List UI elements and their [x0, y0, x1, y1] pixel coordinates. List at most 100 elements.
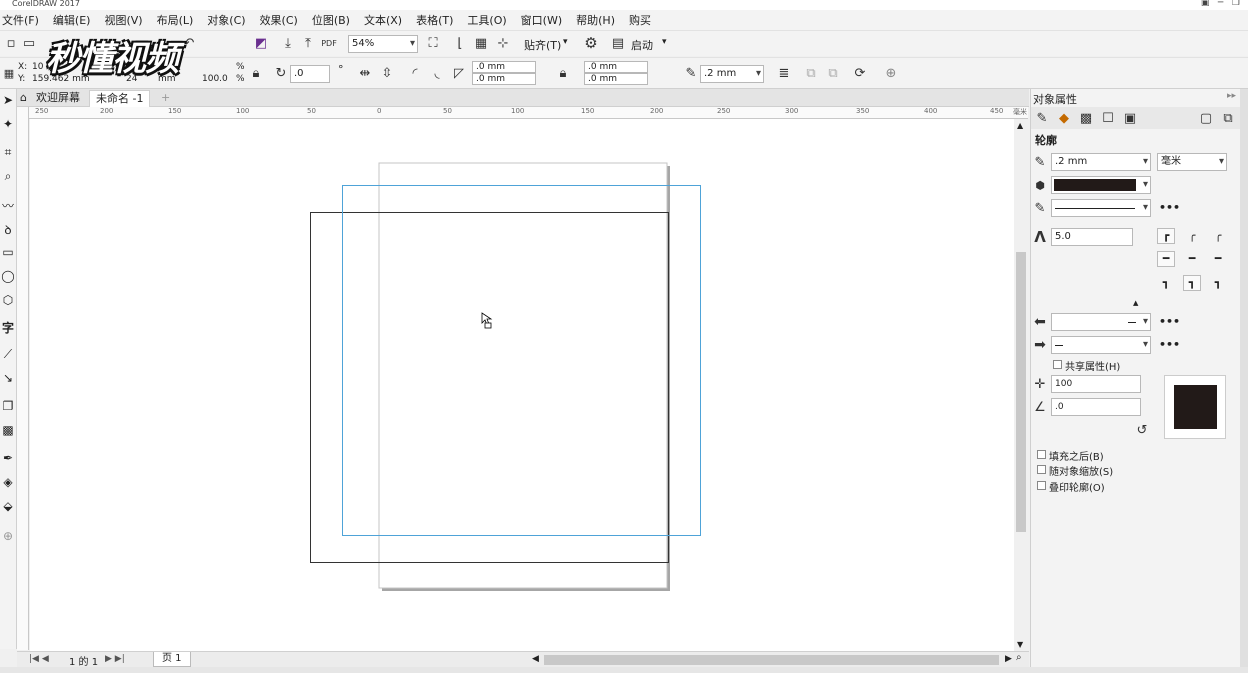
parallel-dimension-icon[interactable]: ⟋: [0, 347, 16, 365]
add-tool-icon[interactable]: ⊕: [0, 529, 16, 547]
to-back-icon[interactable]: ⧉: [824, 64, 842, 82]
drawing-canvas[interactable]: [30, 119, 1014, 651]
mirror-horizontal-icon[interactable]: ⇹: [356, 64, 374, 82]
center-position-button[interactable]: ┓: [1183, 275, 1201, 291]
export-icon[interactable]: ⤒: [299, 34, 317, 52]
show-rulers-icon[interactable]: ⌊: [451, 34, 469, 52]
snap-to-dropdown[interactable]: 贴齐(T): [524, 37, 561, 53]
corner-radius-top-left[interactable]: .0 mm: [472, 61, 536, 73]
eyedropper-icon[interactable]: ✒: [0, 451, 16, 469]
page-next-last-icons[interactable]: ▶ ▶|: [105, 654, 125, 664]
menu-layout[interactable]: 布局(L): [157, 12, 194, 28]
open-icon[interactable]: ▭: [20, 34, 38, 52]
full-screen-icon[interactable]: ⛶: [424, 34, 442, 52]
overprint-outline-checkbox[interactable]: [1037, 481, 1046, 490]
rotation-field[interactable]: .0: [290, 65, 330, 83]
options-gear-icon[interactable]: ⚙: [582, 34, 600, 52]
scrollbar-thumb[interactable]: [1016, 252, 1026, 532]
end-arrowhead-dropdown[interactable]: [1051, 336, 1151, 354]
menu-object[interactable]: 对象(C): [207, 12, 245, 28]
shape-tool-icon[interactable]: ✦: [0, 117, 16, 135]
menu-tools[interactable]: 工具(O): [467, 12, 506, 28]
corners-tab-icon[interactable]: ☐: [1099, 109, 1117, 127]
rotate-icon[interactable]: ↻: [272, 64, 290, 82]
miter-join-button[interactable]: ┏: [1157, 228, 1175, 244]
line-style-dropdown[interactable]: [1051, 199, 1151, 217]
zoom-level-dropdown[interactable]: 54%: [348, 35, 418, 53]
text-wrap-icon[interactable]: ≣: [775, 64, 793, 82]
outline-unit-dropdown[interactable]: 毫米: [1157, 153, 1227, 171]
nib-preview[interactable]: [1164, 375, 1226, 439]
publish-pdf-icon[interactable]: PDF: [320, 34, 338, 52]
expand-up-icon[interactable]: ▲: [1133, 299, 1138, 307]
vertical-scrollbar[interactable]: ▲ ▼: [1014, 119, 1028, 651]
menu-file[interactable]: 文件(F): [2, 12, 39, 28]
lock-ratio-icon[interactable]: 🔒︎: [247, 64, 265, 82]
lock-corners-icon[interactable]: 🔒︎: [554, 64, 572, 82]
page-tab-1[interactable]: 页 1: [153, 652, 191, 667]
tab-untitled-1[interactable]: 未命名 -1: [89, 90, 151, 107]
new-document-icon[interactable]: ▫: [2, 34, 20, 52]
square-cap-button[interactable]: ━: [1209, 251, 1227, 267]
rectangle-tool-icon[interactable]: ▭: [0, 245, 16, 263]
round-corner-icon[interactable]: ◜: [406, 64, 424, 82]
corner-radius-bottom-left[interactable]: .0 mm: [472, 73, 536, 85]
scroll-left-icon[interactable]: ◀: [532, 654, 539, 664]
corner-radius-bottom-right[interactable]: .0 mm: [584, 73, 648, 85]
drop-shadow-icon[interactable]: ❐: [0, 399, 16, 417]
add-icon[interactable]: ⊕: [882, 64, 900, 82]
zoom-tool-icon[interactable]: ⌕: [0, 169, 16, 187]
menu-view[interactable]: 视图(V): [104, 12, 142, 28]
ellipse-tool-icon[interactable]: ◯: [0, 269, 16, 287]
outline-width-dropdown[interactable]: .2 mm: [700, 65, 764, 83]
end-arrow-settings-icon[interactable]: •••: [1159, 338, 1180, 351]
scalloped-corner-icon[interactable]: ◟: [428, 64, 446, 82]
transparency-tool-icon[interactable]: ▩: [0, 423, 16, 441]
outline-width-field[interactable]: .2 mm: [1051, 153, 1151, 171]
round-cap-button[interactable]: ━: [1183, 251, 1201, 267]
line-style-settings-icon[interactable]: •••: [1159, 201, 1180, 214]
scroll-right-icon[interactable]: ▶: [1005, 654, 1012, 664]
menu-help[interactable]: 帮助(H): [576, 12, 615, 28]
bevel-join-button[interactable]: ╭: [1209, 228, 1227, 244]
interactive-fill-icon[interactable]: ◈: [0, 475, 16, 493]
mirror-vertical-icon[interactable]: ⇳: [378, 64, 396, 82]
scroll-up-icon[interactable]: ▲: [1017, 121, 1023, 130]
start-arrow-settings-icon[interactable]: •••: [1159, 315, 1180, 328]
show-guidelines-icon[interactable]: ⊹: [494, 34, 512, 52]
artistic-media-icon[interactable]: ꝺ: [0, 221, 16, 239]
add-tab-button[interactable]: +: [155, 90, 176, 107]
show-grid-icon[interactable]: ▦: [472, 34, 490, 52]
start-arrowhead-dropdown[interactable]: [1051, 313, 1151, 331]
text-tool-icon[interactable]: 字: [0, 319, 16, 337]
smart-fill-icon[interactable]: ⬙: [0, 499, 16, 517]
menu-table[interactable]: 表格(T): [416, 12, 453, 28]
horizontal-scrollbar-thumb[interactable]: [544, 655, 999, 665]
vertical-ruler[interactable]: [17, 107, 29, 650]
menu-edit[interactable]: 编辑(E): [53, 12, 91, 28]
menu-buy[interactable]: 购买: [629, 12, 651, 28]
summary-tab-icon[interactable]: ▣: [1121, 109, 1139, 127]
convert-to-curves-icon[interactable]: ⟳: [851, 64, 869, 82]
pick-tool-icon[interactable]: ➤: [0, 93, 16, 111]
menu-bitmap[interactable]: 位图(B): [312, 12, 350, 28]
menu-text[interactable]: 文本(X): [364, 12, 402, 28]
round-join-button[interactable]: ╭: [1183, 228, 1201, 244]
page-first-prev-icons[interactable]: |◀ ◀: [29, 654, 49, 664]
tab-welcome-screen[interactable]: 欢迎屏幕: [30, 90, 86, 107]
docker-side-tabs[interactable]: [1240, 89, 1248, 667]
reset-nib-icon[interactable]: ↺: [1133, 421, 1151, 439]
miter-limit-field[interactable]: 5.0: [1051, 228, 1133, 246]
object-origin-icon[interactable]: ▦: [0, 64, 18, 82]
scale-with-object-checkbox[interactable]: [1037, 465, 1046, 474]
fill-tab-bucket-icon[interactable]: ◆: [1055, 109, 1073, 127]
outline-color-picker[interactable]: [1051, 176, 1151, 194]
chamfered-corner-icon[interactable]: ◸: [450, 64, 468, 82]
frame-icon[interactable]: ▢: [1197, 109, 1215, 127]
corner-radius-top-right[interactable]: .0 mm: [584, 61, 648, 73]
outside-position-button[interactable]: ┓: [1157, 275, 1175, 291]
window-controls[interactable]: ▣ ─ ❐: [1201, 0, 1240, 8]
angle-field[interactable]: .0: [1051, 398, 1141, 416]
stretch-field[interactable]: 100: [1051, 375, 1141, 393]
scroll-down-icon[interactable]: ▼: [1017, 640, 1023, 649]
